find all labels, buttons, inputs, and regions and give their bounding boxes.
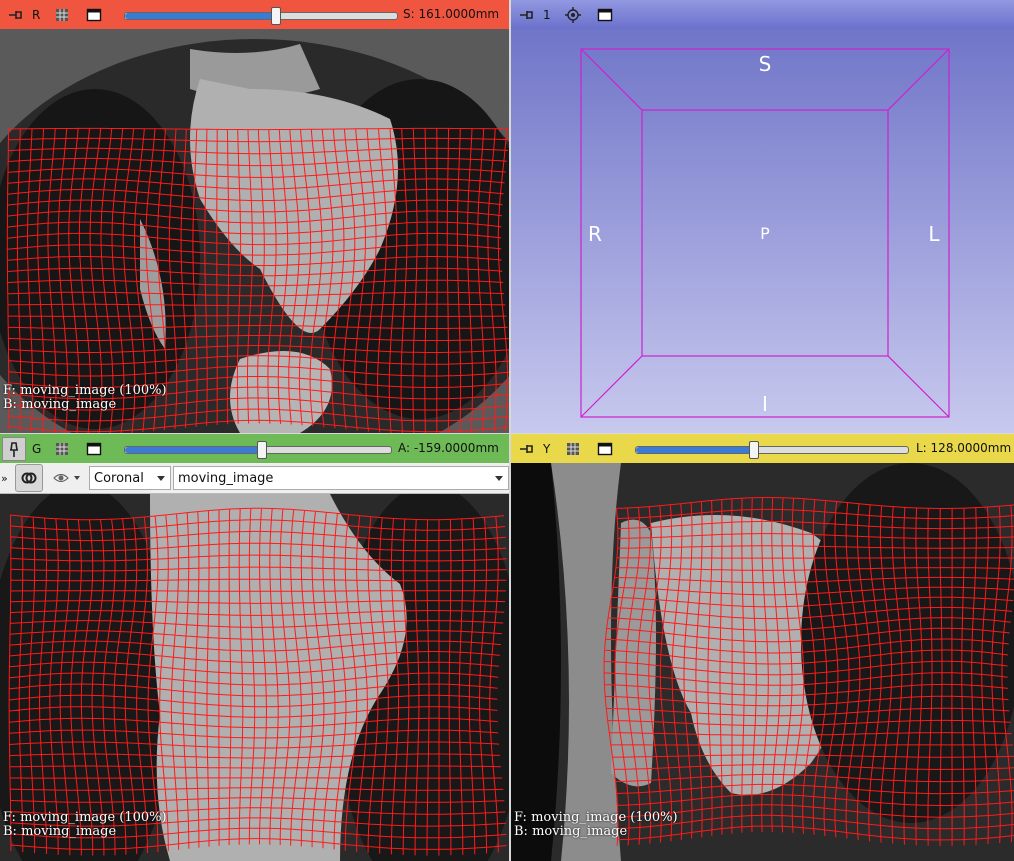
orientation-left: L [928,222,940,246]
slice-offset-slider[interactable] [124,441,392,459]
green-slice-controls: » Coronal moving_image [0,463,509,494]
maximize-icon[interactable] [84,5,104,25]
green-view-controller-bar: G A: -159.0000mm [0,434,509,463]
three-d-view: 1 S I R L P [511,0,1014,433]
center-view-icon[interactable] [563,5,583,25]
green-slice-image[interactable] [0,494,509,861]
foreground-layer-text: F: moving_image (100%) [514,810,678,825]
slider-fill [636,447,753,453]
slider-fill [125,13,275,19]
view-label: R [32,7,41,22]
yellow-slice-image[interactable] [511,463,1014,861]
volume-selector[interactable]: moving_image [173,466,509,490]
background-layer-text: B: moving_image [3,397,117,412]
view-label: 1 [543,7,551,22]
pin-icon[interactable] [2,436,26,461]
background-layer-text: B: moving_image [514,824,628,839]
link-icon[interactable] [15,464,43,492]
maximize-icon[interactable] [595,5,615,25]
foreground-layer-text: F: moving_image (100%) [3,383,167,398]
pin-icon[interactable] [517,439,537,459]
eye-icon[interactable] [47,470,87,486]
slice-offset-label: A: -159.0000mm [398,441,499,455]
horizontal-divider [0,433,1014,434]
slice-offset-label: L: 128.0000mm [916,441,1012,455]
slider-handle[interactable] [270,7,281,25]
orientation-inferior: I [762,392,768,416]
slice-offset-slider[interactable] [635,441,909,459]
view-label: G [32,441,42,456]
orientation-value: Coronal [94,470,144,486]
slice-orientation-selector[interactable]: Coronal [89,466,171,490]
foreground-layer-text: F: moving_image (100%) [3,810,167,825]
pin-icon[interactable] [6,5,26,25]
orientation-right: R [588,222,602,246]
red-slice-image[interactable] [0,29,509,433]
pin-icon[interactable] [517,5,537,25]
chevron-down-icon [157,476,165,481]
view-label: Y [543,441,551,456]
slider-fill [125,447,261,453]
three-d-render[interactable]: S I R L P [511,29,1014,433]
slider-handle[interactable] [748,441,759,459]
chevron-down-icon [495,476,503,481]
maximize-icon[interactable] [595,439,615,459]
red-slice-view: R S: 161.0000mm F: moving_image (100%) B… [0,0,509,433]
layer-info: F: moving_image (100%) B: moving_image [3,384,167,412]
green-slice-view: G A: -159.0000mm » Coronal moving_image [0,434,509,861]
background-layer-text: B: moving_image [3,824,117,839]
slice-offset-label: S: 161.0000mm [403,7,500,21]
orientation-posterior: P [760,224,770,243]
layer-info: F: moving_image (100%) B: moving_image [3,811,167,839]
layer-info: F: moving_image (100%) B: moving_image [514,811,678,839]
maximize-icon[interactable] [84,439,104,459]
volume-value: moving_image [178,470,274,486]
slice-offset-slider[interactable] [124,7,398,25]
vertical-divider [509,0,511,861]
layout-grid-icon[interactable] [52,5,72,25]
red-view-controller-bar: R S: 161.0000mm [0,0,509,29]
yellow-view-controller-bar: Y L: 128.0000mm [511,434,1014,463]
layout-grid-icon[interactable] [563,439,583,459]
three-d-view-controller-bar: 1 [511,0,1014,29]
layout-grid-icon[interactable] [52,439,72,459]
yellow-slice-view: Y L: 128.0000mm F: moving_image (100%) B… [511,434,1014,861]
slider-handle[interactable] [256,441,267,459]
double-chevron-icon[interactable]: » [1,472,13,485]
orientation-superior: S [759,52,772,76]
